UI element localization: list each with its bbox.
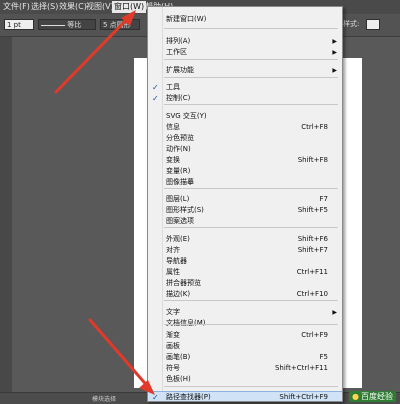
annotation-arrows: [54, 10, 155, 395]
arrow-to-window-menu: [54, 13, 133, 94]
arrowhead-bottom: [139, 380, 155, 395]
arrow-to-pathfinder: [88, 318, 152, 391]
